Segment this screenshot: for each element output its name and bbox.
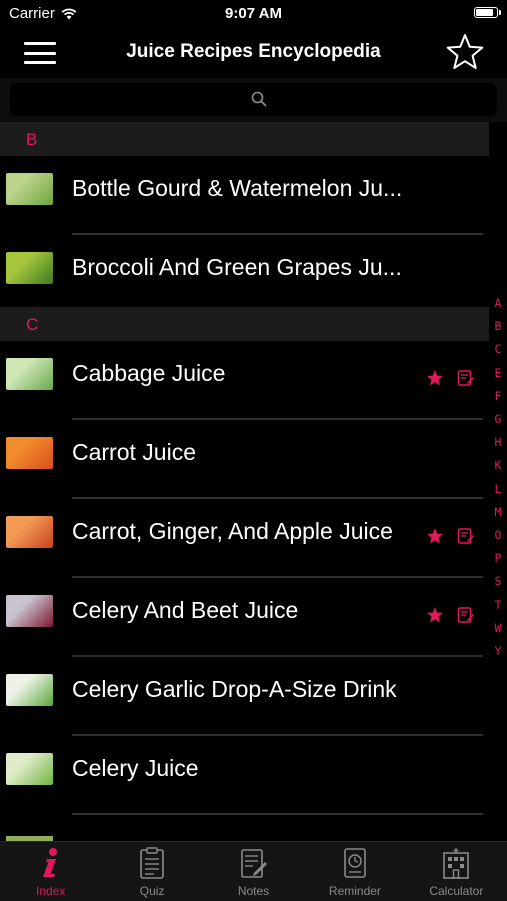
favorites-star-icon[interactable] (445, 32, 485, 72)
tab-reminder[interactable]: Reminder (304, 842, 405, 901)
recipe-name: Celery Juice (72, 755, 199, 781)
recipe-row[interactable]: Carrot, Ginger, And Apple Juice (0, 499, 489, 578)
recipe-name: Cabbage Juice (72, 360, 226, 386)
status-time: 9:07 AM (225, 5, 282, 22)
navigation-bar: Juice Recipes Encyclopedia (0, 28, 507, 78)
index-letter-l[interactable]: L (489, 478, 507, 501)
section-header-b: B (0, 122, 489, 156)
note-icon[interactable] (457, 527, 475, 545)
tab-label: Notes (237, 884, 270, 898)
recipe-thumbnail (6, 674, 53, 706)
index-letter-m[interactable]: M (489, 501, 507, 524)
note-icon[interactable] (457, 369, 475, 387)
calculator-building-icon (443, 848, 470, 879)
recipe-name: Bottle Gourd & Watermelon Ju... (72, 175, 403, 201)
recipe-thumbnail (6, 252, 53, 284)
recipe-row[interactable]: Cabbage Juice (0, 341, 489, 420)
index-letter-w[interactable]: W (489, 617, 507, 640)
index-letter-p[interactable]: P (489, 547, 507, 570)
recipe-name: Celery And Beet Juice (72, 597, 299, 623)
index-letter-h[interactable]: H (489, 431, 507, 454)
favorite-star-icon[interactable] (426, 369, 444, 387)
recipe-thumbnail (6, 516, 53, 548)
reminder-clock-icon (344, 848, 366, 878)
recipe-thumbnail (6, 753, 53, 785)
recipe-name: Broccoli And Green Grapes Ju... (72, 254, 402, 280)
index-letter-s[interactable]: S (489, 570, 507, 593)
search-icon (251, 91, 267, 107)
alphabet-index: ABCEFGHKLMOPSTWY (489, 292, 507, 663)
row-divider (72, 813, 483, 815)
recipe-row[interactable]: Broccoli And Green Grapes Ju... (0, 235, 489, 314)
tab-label: Reminder (328, 884, 381, 898)
index-letter-b[interactable]: B (489, 315, 507, 338)
quiz-clipboard-icon (140, 847, 164, 879)
index-letter-g[interactable]: G (489, 408, 507, 431)
index-letter-a[interactable]: A (489, 292, 507, 315)
index-letter-t[interactable]: T (489, 594, 507, 617)
notes-icon (240, 849, 267, 878)
search-input[interactable] (10, 83, 497, 116)
tab-bar: Index Quiz Notes Reminder Calculator (0, 841, 507, 901)
index-letter-c[interactable]: C (489, 338, 507, 361)
recipe-row[interactable]: Celery Garlic Drop-A-Size Drink (0, 657, 489, 736)
index-letter-k[interactable]: K (489, 454, 507, 477)
battery-icon (474, 7, 501, 18)
status-bar: Carrier 9:07 AM (0, 0, 507, 28)
index-letter-o[interactable]: O (489, 524, 507, 547)
recipe-thumbnail (6, 595, 53, 627)
tab-label: Index (36, 884, 66, 898)
recipe-thumbnail (6, 437, 53, 469)
note-icon[interactable] (457, 606, 475, 624)
page-title: Juice Recipes Encyclopedia (126, 41, 381, 62)
index-letter-e[interactable]: E (489, 362, 507, 385)
index-letter-f[interactable]: F (489, 385, 507, 408)
favorite-star-icon[interactable] (426, 527, 444, 545)
recipe-thumbnail (6, 173, 53, 205)
tab-label: Calculator (429, 884, 484, 898)
battery-level (476, 9, 493, 16)
index-letter-y[interactable]: Y (489, 640, 507, 663)
recipe-name: Carrot Juice (72, 439, 196, 465)
recipe-row[interactable]: Celery And Beet Juice (0, 578, 489, 657)
tab-quiz[interactable]: Quiz (101, 842, 202, 901)
favorite-star-icon[interactable] (426, 606, 444, 624)
recipe-row[interactable]: Bottle Gourd & Watermelon Ju... (0, 156, 489, 235)
tab-calculator[interactable]: Calculator (406, 842, 507, 901)
section-letter: C (26, 315, 39, 334)
recipe-thumbnail (6, 358, 53, 390)
section-letter: B (26, 130, 38, 149)
recipe-name: Carrot, Ginger, And Apple Juice (72, 518, 393, 544)
recipe-row[interactable]: Celery Juice (0, 736, 489, 815)
recipe-row[interactable]: Carrot Juice (0, 420, 489, 499)
recipe-name: Celery Garlic Drop-A-Size Drink (72, 676, 397, 702)
tab-index[interactable]: Index (0, 842, 101, 901)
tab-notes[interactable]: Notes (203, 842, 304, 901)
section-header-c: C (0, 307, 489, 341)
tab-label: Quiz (139, 884, 165, 898)
search-bar (0, 78, 507, 122)
info-icon (42, 848, 57, 877)
